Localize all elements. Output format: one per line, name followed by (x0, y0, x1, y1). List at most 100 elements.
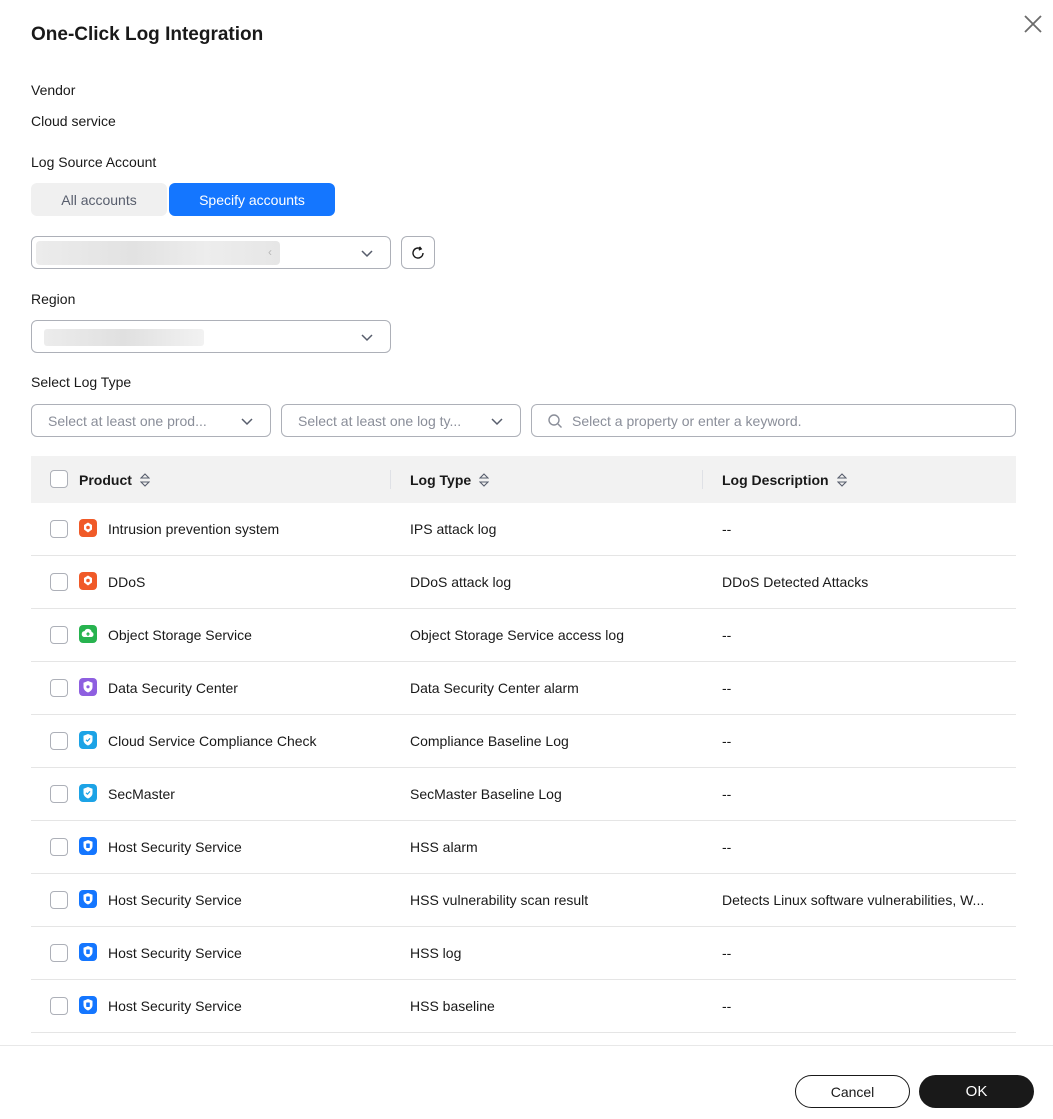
close-icon[interactable] (1021, 12, 1045, 36)
log-type-cell: HSS alarm (410, 839, 478, 855)
sort-icon[interactable] (836, 472, 847, 488)
row-checkbox[interactable] (50, 732, 68, 750)
log-type-cell: DDoS attack log (410, 574, 512, 590)
product-cell: Host Security Service (108, 892, 242, 908)
log-description-cell: -- (722, 998, 732, 1014)
table-body: Intrusion prevention system IPS attack lo… (31, 503, 1016, 1033)
all-accounts-option[interactable]: All accounts (31, 183, 167, 216)
table-header: Product Log Type Log Description (31, 456, 1016, 503)
log-type-cell: HSS log (410, 945, 462, 961)
log-description-cell: Detects Linux software vulnerabilities, … (722, 892, 985, 908)
product-cell: Host Security Service (108, 998, 242, 1014)
row-checkbox[interactable] (50, 944, 68, 962)
table-row[interactable]: DDoS DDoS attack log DDoS Detected Attacks (31, 556, 1016, 609)
row-checkbox[interactable] (50, 520, 68, 538)
log-type-cell: IPS attack log (410, 521, 497, 537)
product-cell: DDoS (108, 574, 146, 590)
column-header-product: Product (79, 456, 150, 503)
chevron-down-icon (491, 418, 503, 426)
selected-account-tag: ‹ (36, 241, 280, 265)
secmaster-shield-icon (79, 784, 97, 802)
column-header-label: Product (79, 471, 132, 488)
column-header-log-type: Log Type (410, 456, 490, 503)
table-row[interactable]: Intrusion prevention system IPS attack lo… (31, 503, 1016, 556)
footer-divider (0, 1045, 1053, 1046)
table-row[interactable]: Data Security Center Data Security Center… (31, 662, 1016, 715)
table-row[interactable]: Object Storage Service Object Storage Ser… (31, 609, 1016, 662)
account-select[interactable]: ‹ (31, 236, 391, 269)
row-checkbox[interactable] (50, 573, 68, 591)
row-checkbox[interactable] (50, 679, 68, 697)
refresh-button[interactable] (401, 236, 435, 269)
column-divider (702, 470, 703, 489)
product-filter-select[interactable]: Select at least one prod... (31, 404, 271, 437)
column-header-log-description: Log Description (722, 456, 847, 503)
log-type-table: Product Log Type Log Description Intrusi… (31, 456, 1016, 1033)
dialog-title: One-Click Log Integration (31, 24, 264, 45)
row-checkbox[interactable] (50, 785, 68, 803)
log-source-account-label: Log Source Account (31, 154, 157, 170)
sort-icon[interactable] (479, 472, 490, 488)
log-description-cell: DDoS Detected Attacks (722, 574, 869, 590)
compliance-shield-icon (79, 731, 97, 749)
select-log-type-label: Select Log Type (31, 374, 132, 390)
log-description-cell: -- (722, 627, 732, 643)
table-row[interactable]: Cloud Service Compliance Check Compliance… (31, 715, 1016, 768)
column-divider (390, 470, 391, 489)
table-row[interactable]: Host Security Service HSS log -- (31, 927, 1016, 980)
sort-icon[interactable] (139, 472, 150, 488)
log-description-cell: -- (722, 786, 732, 802)
column-header-label: Log Type (410, 471, 472, 488)
logtype-filter-placeholder: Select at least one log ty... (298, 413, 462, 429)
select-all-checkbox[interactable] (50, 470, 68, 488)
log-description-cell: -- (722, 945, 732, 961)
ok-button[interactable]: OK (919, 1075, 1034, 1108)
host-security-icon (79, 890, 97, 908)
chevron-down-icon (361, 334, 373, 342)
product-cell: SecMaster (108, 786, 175, 802)
table-row[interactable]: Host Security Service HSS baseline -- (31, 980, 1016, 1033)
row-checkbox[interactable] (50, 891, 68, 909)
region-label: Region (31, 291, 76, 307)
column-header-label: Log Description (722, 471, 829, 488)
product-cell: Data Security Center (108, 680, 238, 696)
tag-remove-icon[interactable]: ‹ (268, 245, 272, 259)
log-description-cell: -- (722, 733, 732, 749)
table-row[interactable]: SecMaster SecMaster Baseline Log -- (31, 768, 1016, 821)
vendor-value: Cloud service (31, 113, 116, 129)
host-security-icon (79, 837, 97, 855)
product-cell: Object Storage Service (108, 627, 252, 643)
product-cell: Intrusion prevention system (108, 521, 280, 537)
ips-icon (79, 519, 97, 537)
log-type-cell: SecMaster Baseline Log (410, 786, 562, 802)
product-cell: Host Security Service (108, 945, 242, 961)
log-type-cell: HSS baseline (410, 998, 495, 1014)
host-security-icon (79, 943, 97, 961)
ddos-icon (79, 572, 97, 590)
log-type-cell: Compliance Baseline Log (410, 733, 569, 749)
host-security-icon (79, 996, 97, 1014)
vendor-label: Vendor (31, 82, 76, 98)
region-select[interactable] (31, 320, 391, 353)
chevron-down-icon (241, 418, 253, 426)
log-description-cell: -- (722, 839, 732, 855)
search-icon (548, 414, 562, 428)
search-box (531, 404, 1016, 437)
table-row[interactable]: Host Security Service HSS vulnerability s… (31, 874, 1016, 927)
log-type-cell: Data Security Center alarm (410, 680, 579, 696)
specify-accounts-option[interactable]: Specify accounts (169, 183, 335, 216)
table-row[interactable]: Host Security Service HSS alarm -- (31, 821, 1016, 874)
row-checkbox[interactable] (50, 838, 68, 856)
region-value (44, 329, 204, 346)
row-checkbox[interactable] (50, 626, 68, 644)
refresh-icon (412, 245, 424, 259)
log-type-cell: Object Storage Service access log (410, 627, 624, 643)
logtype-filter-select[interactable]: Select at least one log ty... (281, 404, 521, 437)
product-cell: Cloud Service Compliance Check (108, 733, 317, 749)
search-input[interactable] (572, 406, 1002, 435)
log-description-cell: -- (722, 521, 732, 537)
cancel-button[interactable]: Cancel (795, 1075, 910, 1108)
shield-icon (79, 678, 97, 696)
row-checkbox[interactable] (50, 997, 68, 1015)
log-description-cell: -- (722, 680, 732, 696)
